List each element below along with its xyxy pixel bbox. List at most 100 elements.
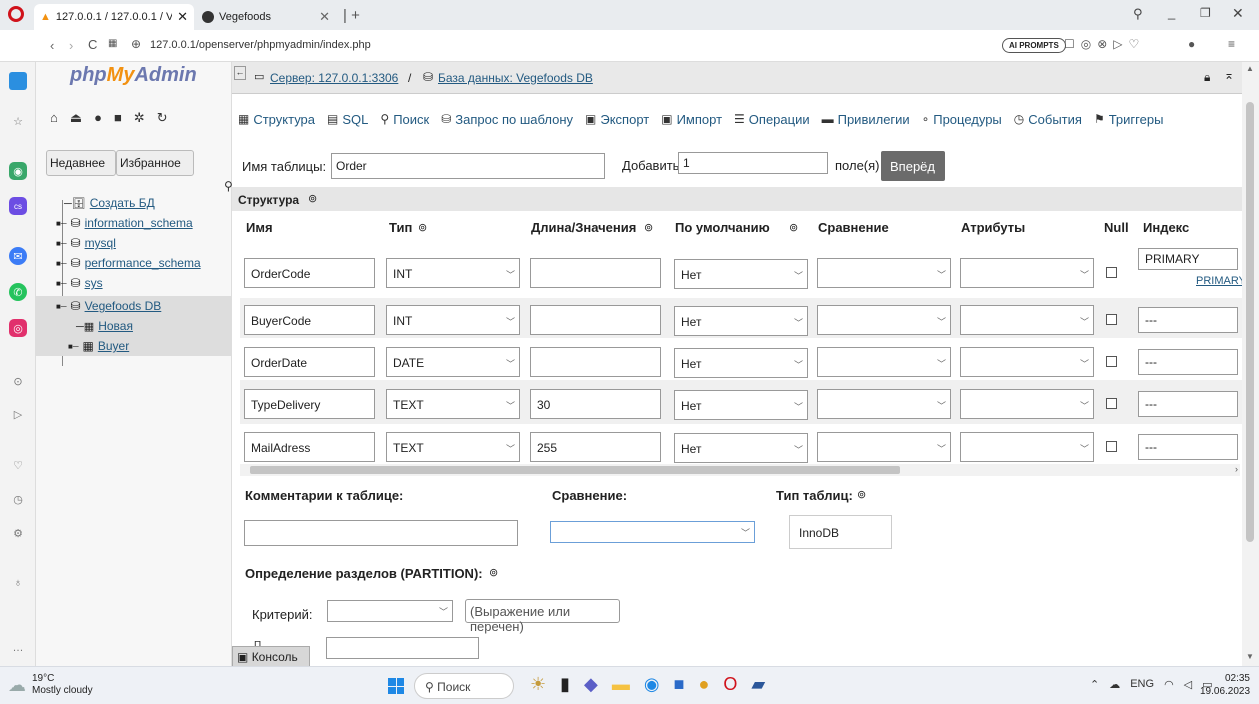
tab-structure[interactable]: ▦ Структура [232,112,321,127]
store-icon[interactable]: ■ [674,674,685,695]
whatsapp-icon[interactable]: ✆ [9,283,27,301]
column-index-select[interactable]: --- [1138,391,1238,417]
bookmark-icon[interactable]: ☆ [9,112,27,130]
new-tab-button[interactable]: | + [343,7,360,24]
close-window-button[interactable]: ✕ [1232,5,1244,22]
expand-icon[interactable]: ■─ [56,239,67,248]
breadcrumb-server[interactable]: Сервер: 127.0.0.1:3306 [270,71,398,85]
home-icon[interactable] [9,72,27,90]
nav-tab-favorites[interactable]: Избранное [116,150,194,176]
tree-label[interactable]: Создать БД [90,196,155,210]
tab-privileges[interactable]: ▬ Привилегии [816,112,916,127]
file-explorer-icon[interactable]: ▬ [612,674,630,695]
expand-icon[interactable]: ■─ [56,279,67,288]
reload-icon[interactable]: ↻ [157,110,180,125]
column-type-select[interactable]: TEXT ﹀ [386,432,520,462]
opera-taskbar-icon[interactable]: O [723,674,737,695]
column-default-select[interactable]: Нет ﹀ [674,259,808,289]
column-name-input[interactable]: OrderDate [244,347,375,377]
expand-icon[interactable]: ■─ [56,259,67,268]
vertical-scrollbar[interactable]: ▲ ▼ [1242,62,1259,666]
column-default-select[interactable]: Нет ﹀ [674,306,808,336]
tab-routines[interactable]: ∘ Процедуры [916,112,1008,127]
scroll-down-icon[interactable]: ▼ [1246,652,1254,661]
tab-search[interactable]: ⚲ Поиск [374,112,435,127]
extension-icon[interactable]: ◉ [9,162,27,180]
column-default-select[interactable]: Нет ﹀ [674,348,808,378]
browser-toolbar-icons[interactable]: ☐◎⊗▷♡ [1064,37,1145,51]
column-name-input[interactable]: BuyerCode [244,305,375,335]
column-index-select[interactable]: --- [1138,434,1238,460]
table-comments-input[interactable] [244,520,518,546]
add-fields-count-input[interactable] [678,152,828,174]
column-length-input[interactable]: 255 [530,432,661,462]
help-icon[interactable]: ⊚ [308,192,317,205]
task-view-icon[interactable]: ▮ [560,674,570,695]
tab-query[interactable]: ⛁ Запрос по шаблону [435,112,579,127]
table-name-input[interactable] [331,153,605,179]
app-icon[interactable]: ☀ [530,674,546,695]
url-field[interactable]: 127.0.0.1/openserver/phpmyadmin/index.ph… [150,39,371,51]
chevron-up-icon[interactable]: ⌃ [1090,678,1099,691]
partition-count-input[interactable] [326,637,479,659]
column-attributes-select[interactable]: ﹀ [960,432,1094,462]
tree-label[interactable]: performance_schema [85,256,201,270]
reload-icon[interactable]: C [88,37,97,52]
heart-icon[interactable]: ♡ [9,456,27,474]
logout-icon[interactable]: ⏏ [70,110,94,125]
column-collation-select[interactable]: ﹀ [817,347,951,377]
collapse-up-icon[interactable]: ⌅ [1224,68,1234,82]
go-button[interactable]: Вперёд [881,151,945,181]
tree-label[interactable]: sys [85,276,103,290]
tree-item-new-table[interactable]: ─▦ Новая [76,317,133,335]
tree-item-sys[interactable]: ■─ ⛁ sys [56,274,103,292]
column-name-input[interactable]: TypeDelivery [244,389,375,419]
taskbar-search[interactable]: ⚲ Поиск [414,673,514,699]
menu-icon[interactable]: ≡ [1228,37,1235,51]
tab-sql[interactable]: ▤ SQL [321,112,374,127]
more-icon[interactable]: … [9,639,27,657]
console-button[interactable]: ▣ Консоль [232,646,310,666]
docs-icon[interactable]: ■ [114,110,134,125]
table-collation-select[interactable]: ﹀ [550,521,755,543]
collapse-nav-button[interactable]: ← [234,66,246,80]
breadcrumb-database[interactable]: База данных: Vegefoods DB [438,71,593,85]
tab-import[interactable]: ▣ Импорт [655,112,728,127]
messenger-icon[interactable]: ✉ [9,247,27,265]
settings-icon[interactable]: ⚙ [9,524,27,542]
help-icon[interactable]: ⊚ [857,488,866,501]
null-checkbox[interactable] [1106,356,1117,367]
close-tab-icon[interactable]: ✕ [177,9,188,25]
profile-icon[interactable]: ● [1188,37,1195,51]
ai-prompts-button[interactable]: AI PROMPTS [1002,38,1066,53]
send-icon[interactable]: ▷ [9,405,27,423]
scrollbar-thumb[interactable] [1246,102,1254,542]
scroll-up-icon[interactable]: ▲ [1246,64,1254,73]
column-name-input[interactable]: MailAdress [244,432,375,462]
column-type-select[interactable]: INT ﹀ [386,305,520,335]
restore-button[interactable]: ❐ [1200,6,1211,20]
tree-item-create-db[interactable]: ─🗄 Создать БД [64,194,155,212]
column-attributes-select[interactable]: ﹀ [960,347,1094,377]
word-icon[interactable]: ▰ [751,674,765,695]
clock[interactable]: 02:35 19.06.2023 [1200,672,1250,698]
null-checkbox[interactable] [1106,398,1117,409]
search-tabs-icon[interactable]: ⚲ [1133,6,1143,22]
settings-icon[interactable]: ✲ [134,110,157,125]
horizontal-scrollbar[interactable]: › [240,464,1240,476]
tab-triggers[interactable]: ⚑ Триггеры [1088,112,1169,127]
music-icon[interactable]: ⊙ [9,372,27,390]
column-collation-select[interactable]: ﹀ [817,305,951,335]
help-icon[interactable]: ⊚ [418,221,427,234]
column-attributes-select[interactable]: ﹀ [960,258,1094,288]
column-type-select[interactable]: INT ﹀ [386,258,520,288]
column-collation-select[interactable]: ﹀ [817,389,951,419]
weather-widget[interactable]: ☁ 19°C Mostly cloudy [8,673,93,697]
home-icon[interactable]: ⌂ [50,110,70,125]
minimize-button[interactable]: _ [1168,5,1175,20]
tree-item-information-schema[interactable]: ■─ ⛁ information_schema [56,214,193,232]
null-checkbox[interactable] [1106,441,1117,452]
chrome-icon[interactable]: ● [698,674,709,695]
tab-operations[interactable]: ☰ Операции [728,112,816,127]
back-icon[interactable]: ‹ [50,38,54,53]
